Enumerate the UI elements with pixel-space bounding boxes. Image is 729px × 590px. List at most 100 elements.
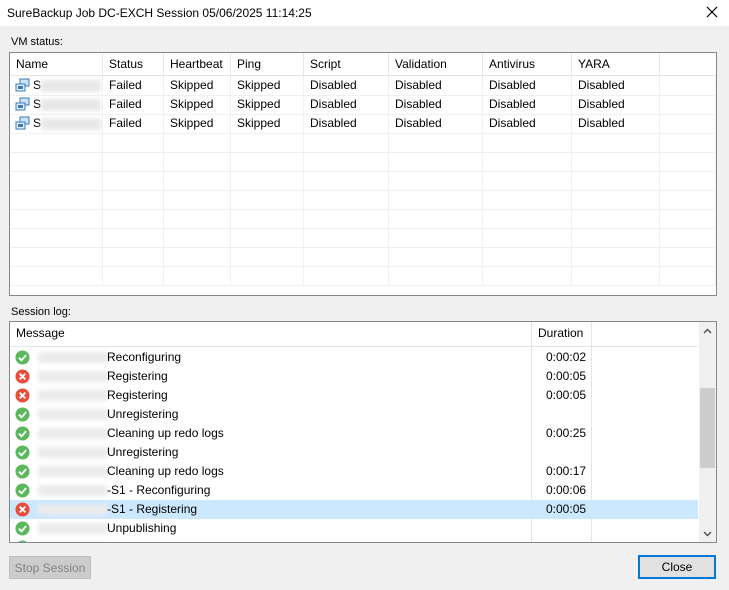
grid-cell [483,266,572,285]
grid-cell [10,209,103,228]
grid-cell [660,114,716,133]
redacted-vm-name [38,504,108,515]
log-duration: 0:00:25 [546,426,587,440]
grid-cell [483,133,572,152]
close-button[interactable]: Close [638,555,716,579]
vm-name: S [33,78,42,92]
grid-cell [103,228,164,247]
vm-heartbeat-cell: Skipped [164,95,231,114]
scroll-up-button[interactable] [699,322,716,339]
column-header-message[interactable]: Message [10,322,532,344]
vm-antivirus-cell: Disabled [483,95,572,114]
log-row[interactable]: Unregistering [10,405,698,424]
log-row[interactable]: Unregistering [10,443,698,462]
grid-cell [389,152,483,171]
log-duration: 0:00:17 [546,464,587,478]
vm-validation-cell: Disabled [389,76,483,95]
vm-ping-cell: Skipped [231,95,304,114]
grid-cell [660,76,716,95]
log-message: -S1 - Registering [107,502,198,516]
log-row[interactable]: Unpublishing [10,519,698,538]
log-row[interactable]: Cleaning up redo logs 0:00:25 [10,424,698,443]
success-check-icon [15,521,30,536]
grid-cell [103,247,164,266]
vm-name-cell: S [10,114,103,133]
vm-row[interactable]: S Failed Skipped Skipped Disabled Disabled Dis… [10,114,716,134]
vm-status-label: VM status: [11,36,63,48]
log-row[interactable]: Registering 0:00:05 [10,386,698,405]
vm-status-grid[interactable]: Name Status Heartbeat Ping Script Validation A… [9,52,717,296]
grid-cell [483,190,572,209]
grid-cell [231,228,304,247]
window-title: SureBackup Job DC-EXCH Session 05/06/202… [7,6,312,20]
stop-session-button[interactable]: Stop Session [9,556,91,579]
vm-icon [15,116,30,130]
success-check-icon [15,407,30,422]
column-header-ping[interactable]: Ping [231,53,304,75]
grid-cell [389,133,483,152]
grid-cell [389,190,483,209]
grid-cell [103,266,164,285]
column-header-validation[interactable]: Validation [389,53,483,75]
log-message: Registering [107,369,168,383]
vm-name: S [33,97,42,111]
grid-cell [572,209,660,228]
grid-cell [389,266,483,285]
column-header-name[interactable]: Name [10,53,103,75]
column-header-status[interactable]: Status [103,53,164,75]
error-x-icon [15,502,30,517]
grid-cell [483,228,572,247]
grid-cell [164,190,231,209]
grid-cell [103,171,164,190]
grid-cell [164,133,231,152]
scrollbar-thumb[interactable] [700,388,715,468]
log-duration: 0:00:05 [546,388,587,402]
redacted-vm-name [38,466,108,477]
vm-status-cell: Failed [103,76,164,95]
empty-row [10,209,716,229]
grid-cell [304,133,389,152]
grid-cell [231,171,304,190]
log-row[interactable]: Reconfiguring 0:00:02 [10,348,698,367]
error-x-icon [15,388,30,403]
grid-cell [483,209,572,228]
column-header-antivirus[interactable]: Antivirus [483,53,572,75]
vm-icon [15,78,30,92]
log-row-selected[interactable]: -S1 - Registering 0:00:05 [10,500,698,519]
grid-cell [572,228,660,247]
vm-script-cell: Disabled [304,76,389,95]
grid-cell [231,209,304,228]
log-row[interactable]: Registering 0:00:05 [10,367,698,386]
grid-cell [10,190,103,209]
grid-cell [572,190,660,209]
log-duration: 0:00:05 [546,369,587,383]
session-log-scrollbar[interactable] [699,322,716,542]
grid-cell [103,190,164,209]
vm-script-cell: Disabled [304,95,389,114]
window-close-button[interactable] [699,0,725,24]
grid-cell [231,152,304,171]
log-row[interactable]: -S1 - Reconfiguring 0:00:06 [10,481,698,500]
session-log-header: Message Duration [10,322,698,347]
column-header-duration[interactable]: Duration [532,322,592,344]
vm-ping-cell: Skipped [231,76,304,95]
grid-cell [660,247,716,266]
log-row[interactable]: Cleaning up redo logs 0:00:17 [10,462,698,481]
scroll-down-button[interactable] [699,525,716,542]
grid-cell [572,152,660,171]
vm-row[interactable]: S Failed Skipped Skipped Disabled Disabled Dis… [10,76,716,96]
redacted-vm-name [38,447,108,458]
column-header-script[interactable]: Script [304,53,389,75]
grid-cell [660,133,716,152]
session-log-list[interactable]: Message Duration Reconfiguring 0:00:02 Reg… [9,321,717,543]
column-header-yara[interactable]: YARA [572,53,660,75]
grid-cell [10,266,103,285]
vm-yara-cell: Disabled [572,95,660,114]
log-message: Unregistering [107,445,179,459]
column-header-heartbeat[interactable]: Heartbeat [164,53,231,75]
vm-row[interactable]: S Failed Skipped Skipped Disabled Disabled Dis… [10,95,716,115]
log-duration: 0:00:05 [546,502,587,516]
vm-name-cell: S [10,76,103,95]
grid-cell [483,247,572,266]
grid-cell [660,190,716,209]
